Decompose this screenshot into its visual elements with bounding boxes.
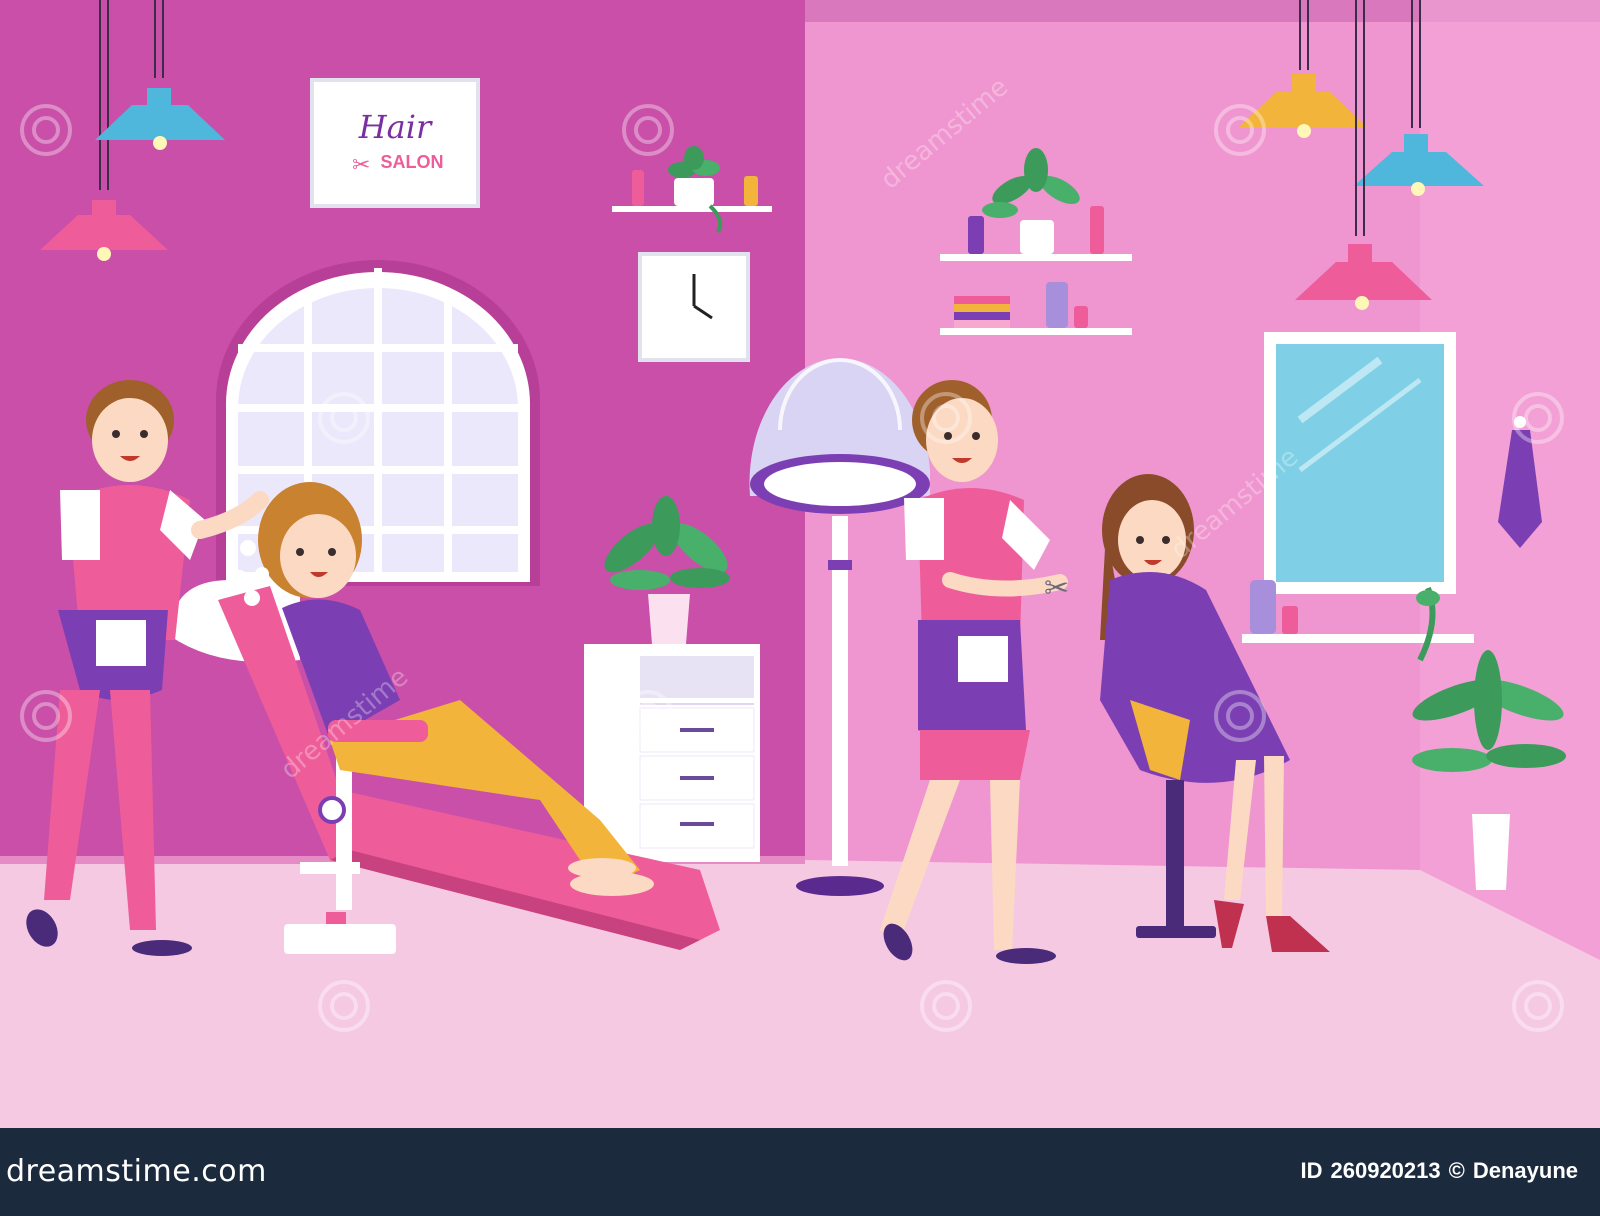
salon-illustration: Hair ✂ SALON ✂ dreamstime dreamstime dre…: [0, 0, 1600, 1128]
clock-icon: [638, 252, 750, 362]
floor: [0, 860, 1600, 1128]
sign-line2: SALON: [381, 152, 444, 172]
footer-id-value: 260920213: [1330, 1158, 1441, 1183]
scissors-icon: ✂: [352, 152, 370, 177]
footer-author[interactable]: Denayune: [1473, 1158, 1578, 1183]
scissors-icon: ✂: [1044, 572, 1069, 605]
footer-id-label: ID: [1300, 1158, 1323, 1183]
footer-bar: dreamstime.com ID 260920213 © Denayune: [0, 1128, 1600, 1216]
drawer-cabinet: [584, 644, 760, 862]
sign-line1: Hair: [358, 108, 433, 146]
footer-copyright: ©: [1448, 1158, 1465, 1183]
footer-credit: ID 260920213 © Denayune: [1293, 1158, 1579, 1184]
footer-brand[interactable]: dreamstime.com: [6, 1154, 267, 1189]
hair-salon-sign: Hair ✂ SALON: [310, 78, 480, 208]
